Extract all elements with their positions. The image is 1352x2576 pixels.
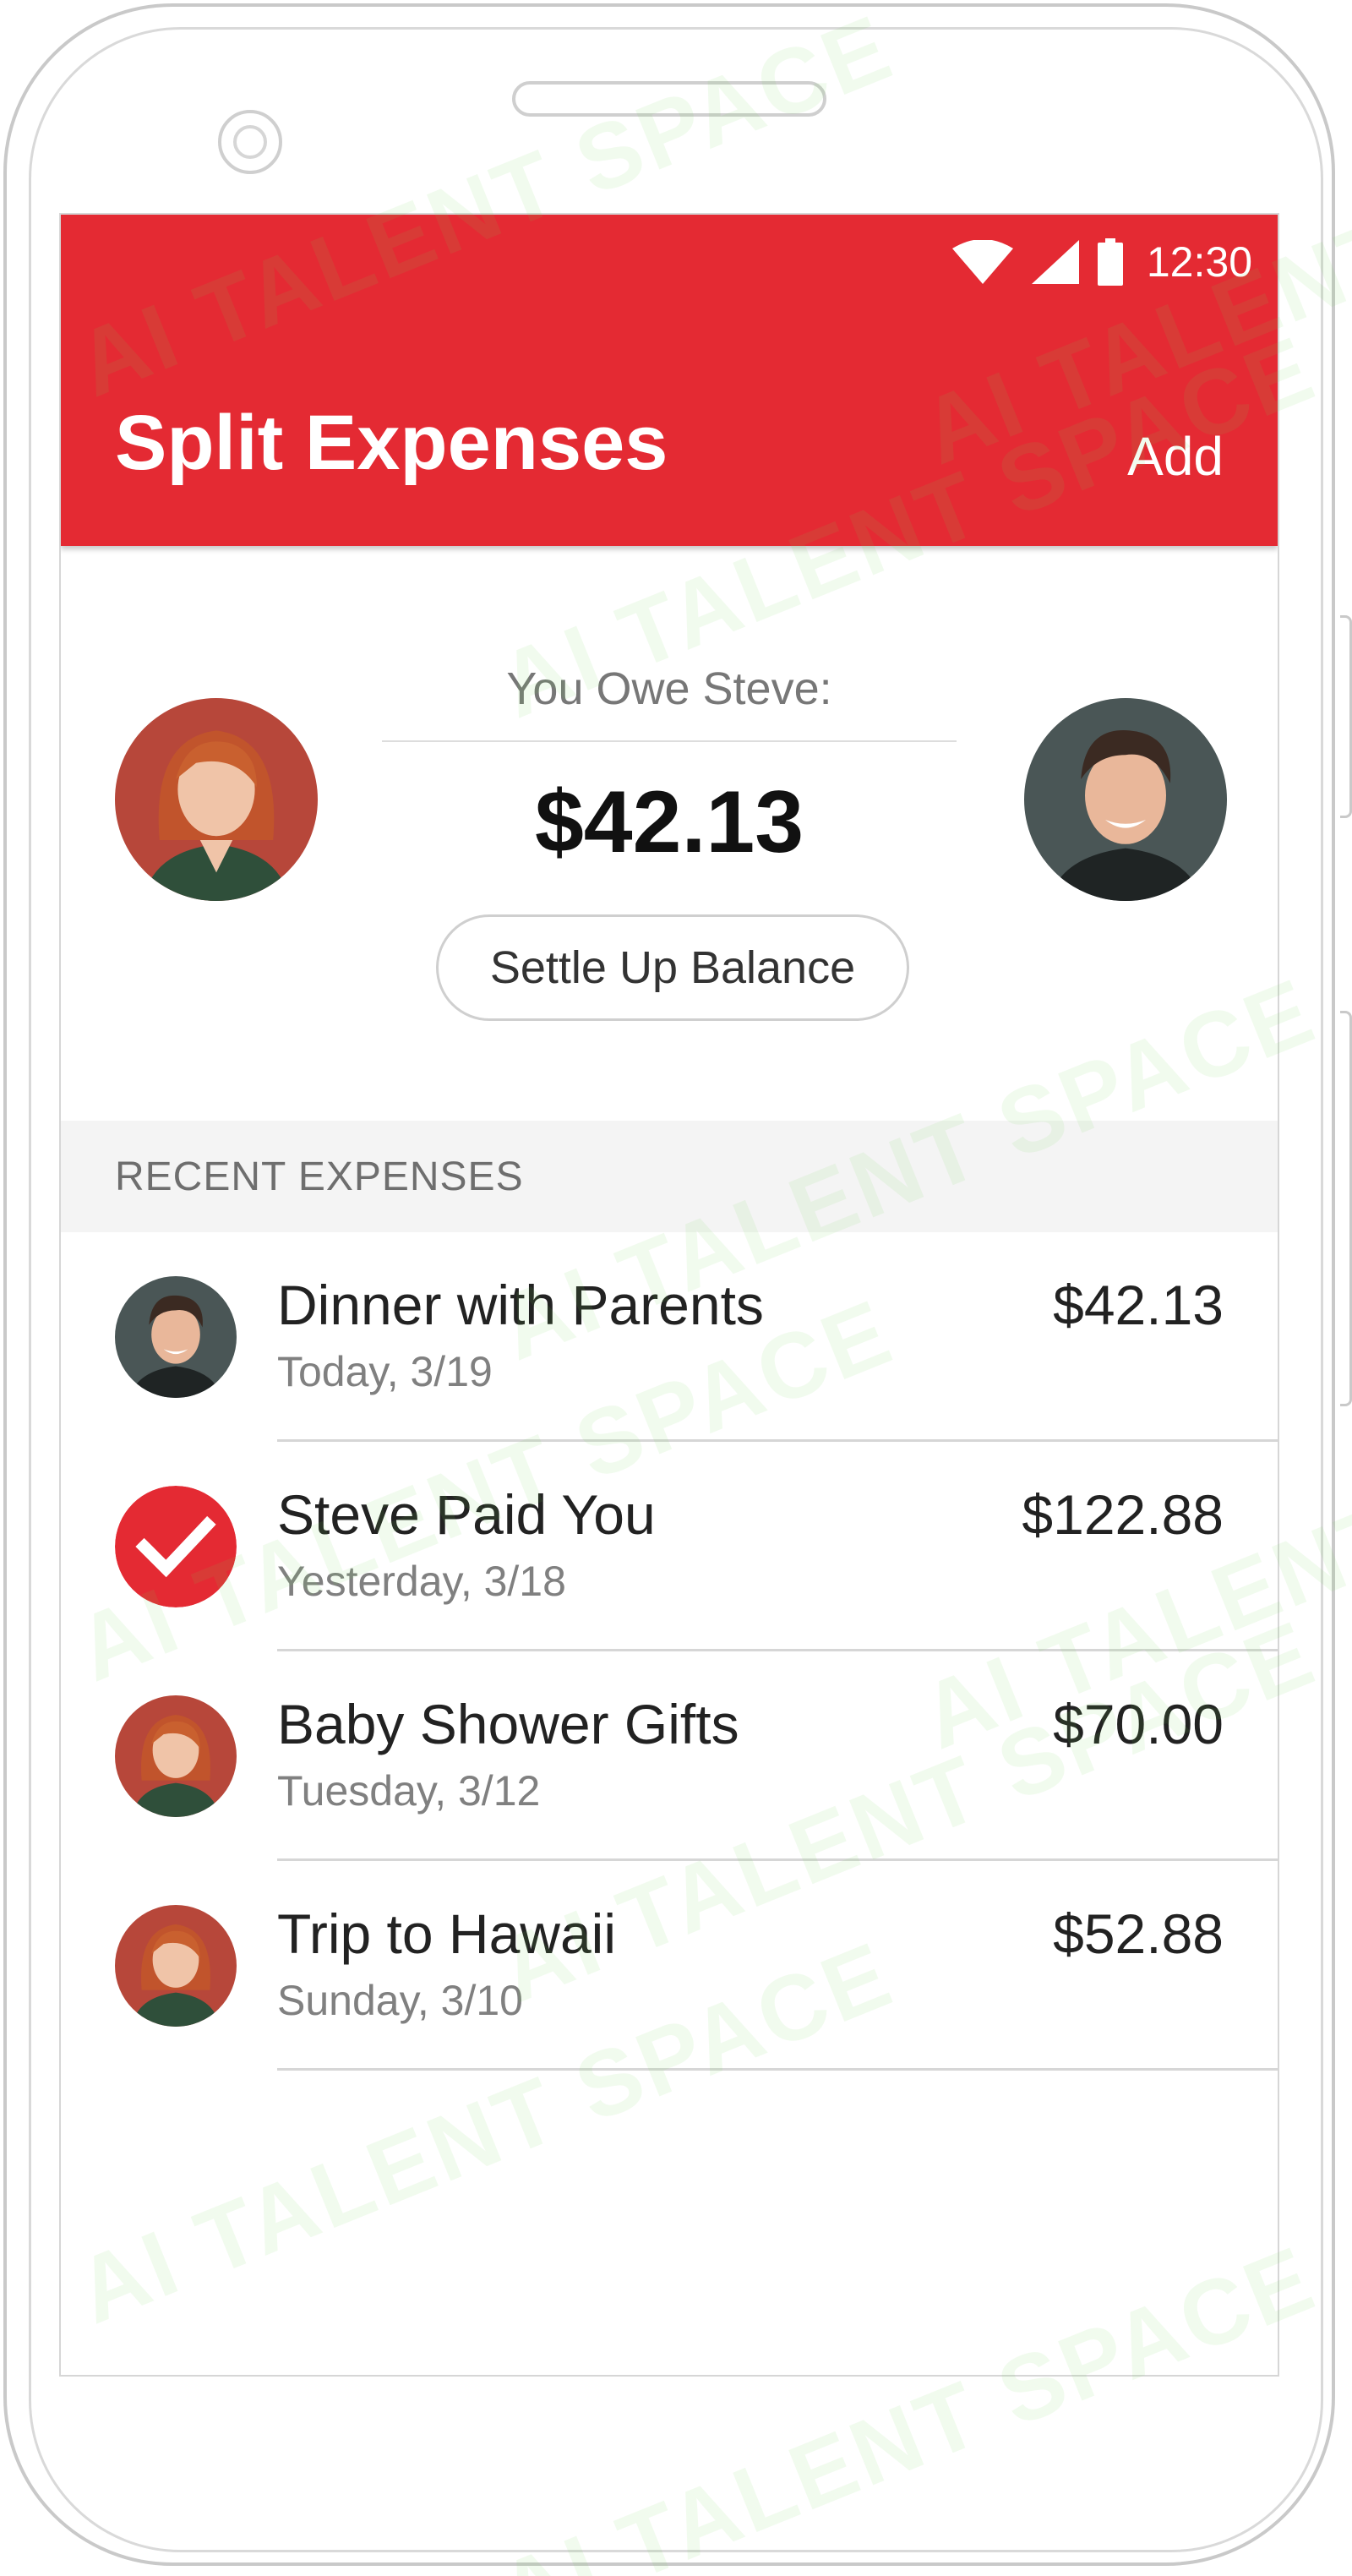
wifi-icon [951, 240, 1013, 284]
expense-date: Sunday, 3/10 [277, 1977, 523, 2024]
earpiece-speaker [512, 81, 826, 117]
page-title: Split Expenses [115, 400, 668, 486]
add-button[interactable]: Add [1127, 429, 1224, 483]
expense-amount: $70.00 [1053, 1693, 1224, 1755]
list-item[interactable]: Baby Shower Gifts Tuesday, 3/12 $70.00 [61, 1651, 1278, 1861]
page: 12:30 Split Expenses Add You Owe Steve: … [0, 0, 1352, 2576]
expense-title: Baby Shower Gifts [277, 1693, 739, 1755]
expense-date: Tuesday, 3/12 [277, 1767, 541, 1815]
balance-card: You Owe Steve: $42.13 Settle Up Balance [61, 546, 1278, 1121]
list-item[interactable]: Steve Paid You Yesterday, 3/18 $122.88 [61, 1442, 1278, 1651]
status-bar: 12:30 [951, 228, 1252, 296]
avatar-user[interactable] [115, 698, 318, 901]
checkmark-icon [115, 1486, 237, 1607]
expense-title: Trip to Hawaii [277, 1902, 616, 1965]
cell-signal-icon [1031, 240, 1079, 284]
expense-amount: $52.88 [1053, 1902, 1224, 1965]
owe-divider [382, 740, 957, 742]
owe-label: You Owe Steve: [506, 663, 832, 714]
power-button [1340, 1011, 1352, 1406]
app-bar: 12:30 Split Expenses Add [61, 215, 1278, 546]
expense-amount: $122.88 [1022, 1483, 1224, 1546]
balance-amount: $42.13 [534, 773, 804, 871]
recent-expenses-header: RECENT EXPENSES [61, 1121, 1278, 1232]
expense-title: Steve Paid You [277, 1483, 656, 1546]
expense-date: Today, 3/19 [277, 1348, 493, 1395]
avatar-steve[interactable] [1024, 698, 1227, 901]
volume-button [1340, 615, 1352, 818]
app-screen: 12:30 Split Expenses Add You Owe Steve: … [59, 213, 1279, 2377]
battery-icon [1097, 238, 1123, 286]
avatar-steve [115, 1276, 237, 1398]
list-item[interactable]: Dinner with Parents Today, 3/19 $42.13 [61, 1232, 1278, 1442]
row-divider [277, 2068, 1278, 2071]
front-camera [218, 110, 282, 174]
avatar-user [115, 1695, 237, 1817]
expense-list: Dinner with Parents Today, 3/19 $42.13 S… [61, 1232, 1278, 2071]
expense-date: Yesterday, 3/18 [277, 1558, 566, 1605]
expense-title: Dinner with Parents [277, 1274, 764, 1336]
expense-amount: $42.13 [1053, 1274, 1224, 1336]
avatar-user [115, 1905, 237, 2027]
list-item[interactable]: Trip to Hawaii Sunday, 3/10 $52.88 [61, 1861, 1278, 2071]
settle-up-button[interactable]: Settle Up Balance [436, 914, 909, 1021]
status-time: 12:30 [1146, 238, 1252, 286]
